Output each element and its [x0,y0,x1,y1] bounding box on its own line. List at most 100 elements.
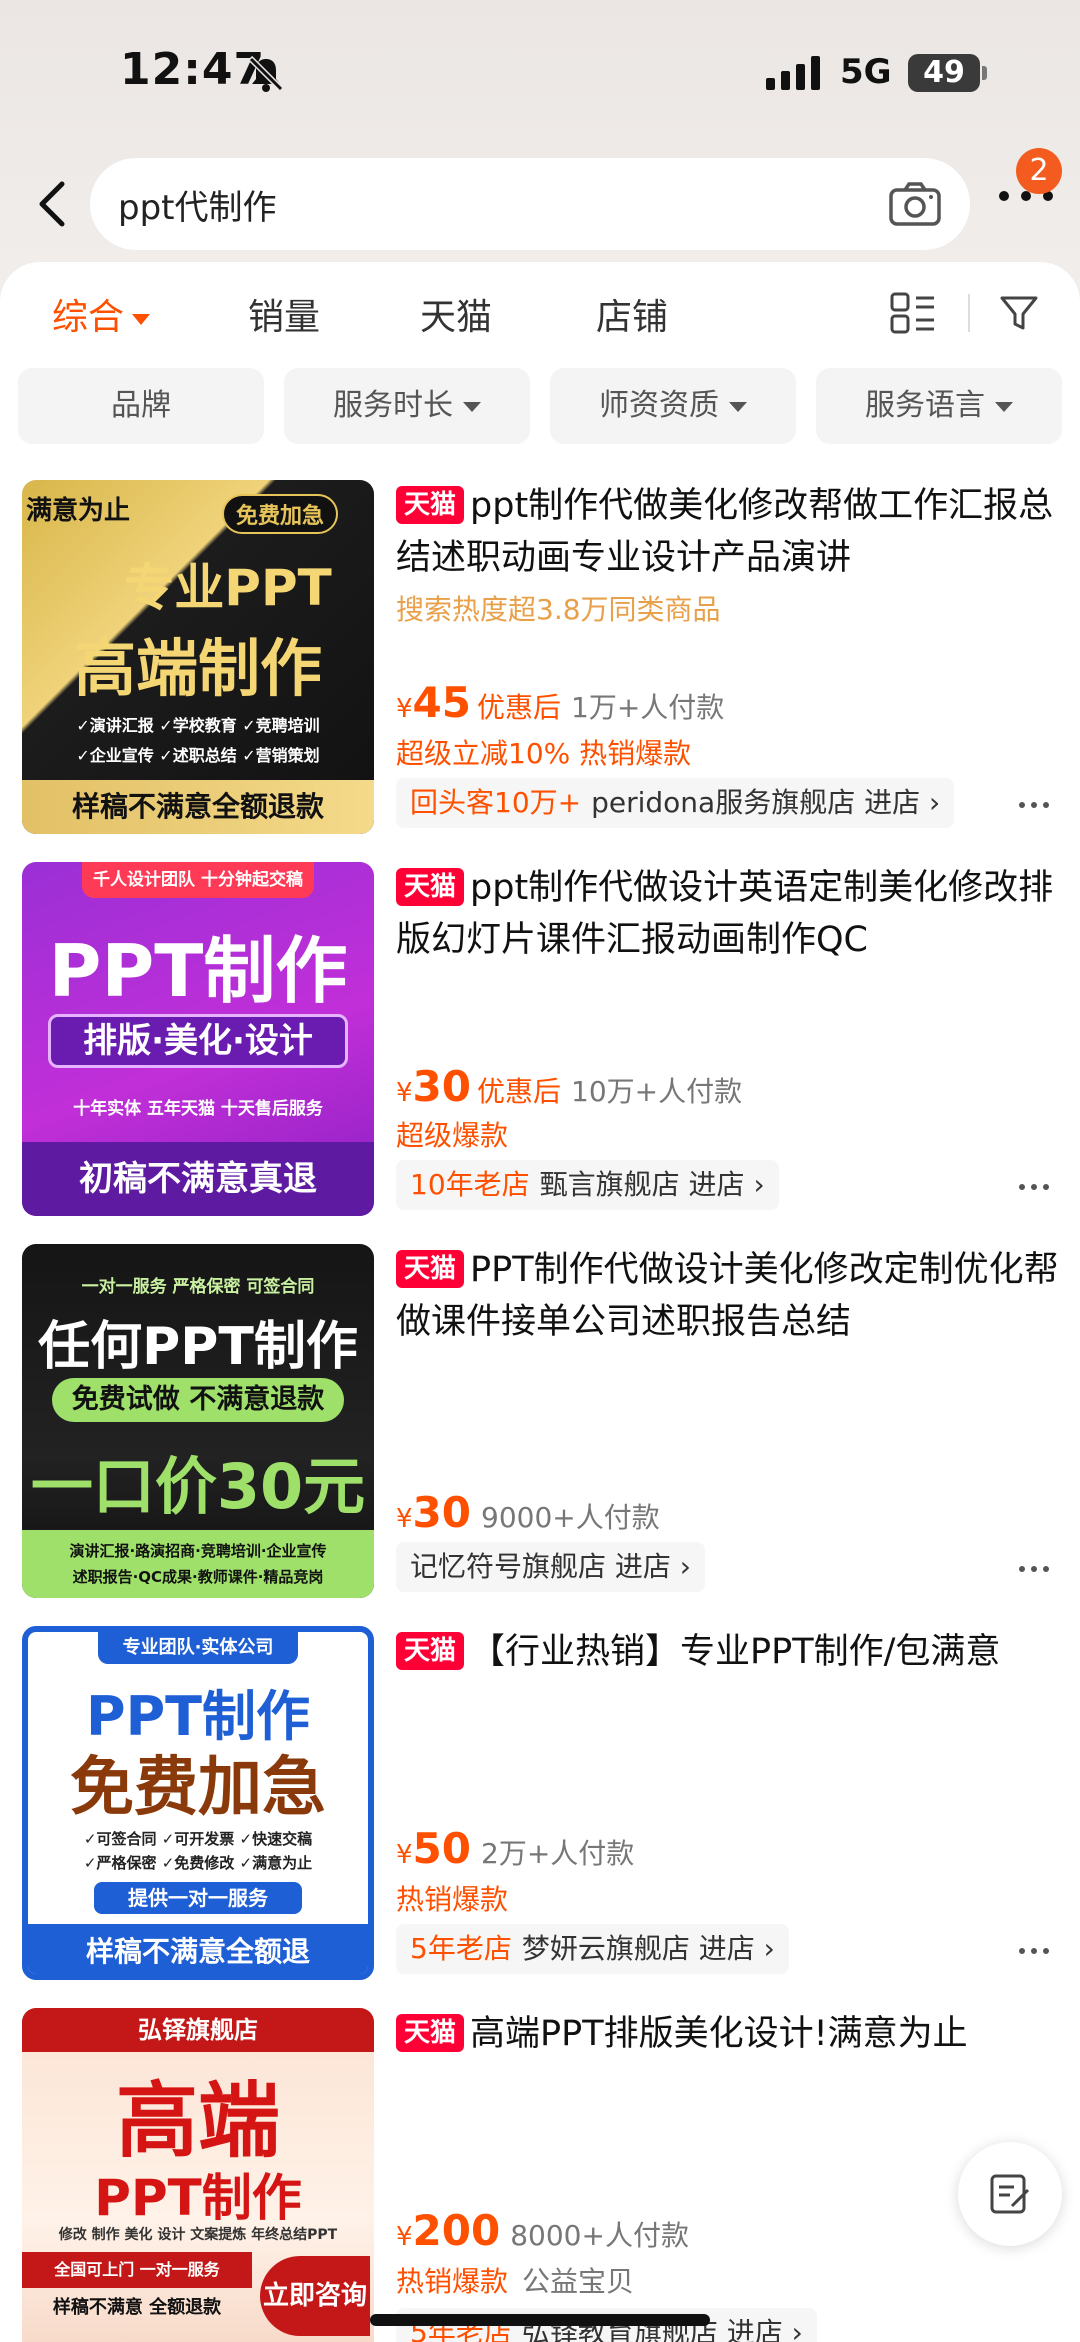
thumb-text: 样稿不满意 全额退款 [52,2297,222,2318]
caret-down-icon [995,401,1013,412]
product-image[interactable]: 千人设计团队 十分钟起交稿 PPT制作 排版·美化·设计 十年实体 五年天猫 十… [22,862,374,1216]
thumb-text: ✓企业宣传 ✓述职总结 ✓营销策划 [76,746,320,765]
thumb-text: PPT制作 [94,2169,302,2227]
store-link[interactable]: 5年老店 梦妍云旗舰店 进店 › [396,1924,789,1974]
coupon-label: 优惠后 [477,691,562,724]
title-text: 高端PPT排版美化设计!满意为止 [470,2014,968,2054]
thumb-text: 免费试做 不满意退款 [52,1378,344,1422]
title-text: ppt制作代做美化修改帮做工作汇报总结述职动画专业设计产品演讲 [396,486,1054,578]
search-input[interactable]: ppt代制作 [90,158,970,250]
tab-tmall[interactable]: 天猫 [420,288,492,340]
product-title[interactable]: 天猫 PPT制作代做设计美化修改定制优化帮做课件接单公司述职报告总结 [396,1244,1062,1348]
store-tag: 回头客10万+ [410,786,582,819]
title-text: 【行业热销】专业PPT制作/包满意 [470,1632,1001,1672]
thumb-text: 一口价30元 [30,1450,366,1523]
more-options-icon[interactable] [1018,1182,1050,1192]
product-info: 天猫 【行业热销】专业PPT制作/包满意 ¥50 2万+人付款 热销爆款 5年老店梦… [396,1626,1062,1980]
thumb-text: 高端制作 [73,632,322,705]
product-title[interactable]: 天猫 【行业热销】专业PPT制作/包满意 [396,1626,1062,1678]
store-tag: 10年老店 [410,1168,530,1201]
price-row: ¥50 2万+人付款 [396,1824,634,1873]
store-tag: 5年老店 [410,1932,512,1965]
tmall-badge: 天猫 [396,486,465,524]
product-image[interactable]: 一对一服务 严格保密 可签合同 任何PPT制作 免费试做 不满意退款 一口价30… [22,1244,374,1598]
title-text: PPT制作代做设计美化修改定制优化帮做课件接单公司述职报告总结 [396,1250,1059,1342]
thumb-text: ✓可签合同 ✓可开发票 ✓快速交稿 [83,1830,313,1848]
product-card[interactable]: 千人设计团队 十分钟起交稿 PPT制作 排版·美化·设计 十年实体 五年天猫 十… [0,862,1080,1222]
thumb-text: 述职报告·QC成果·教师课件·精品竞岗 [72,1568,324,1586]
store-name: 记忆符号旗舰店 进店 › [410,1550,691,1583]
bell-muted-icon [247,55,285,93]
store-name: peridona服务旗舰店 进店 › [591,786,941,819]
camera-icon[interactable] [888,180,942,228]
consult-button: 立即咨询 [260,2256,370,2336]
product-card[interactable]: 一对一服务 严格保密 可签合同 任何PPT制作 免费试做 不满意退款 一口价30… [0,1244,1080,1604]
list-view-icon[interactable] [890,292,936,334]
store-name: 梦妍云旗舰店 进店 › [521,1932,775,1965]
product-card[interactable]: 弘铎旗舰店 高端 PPT制作 修改 制作 美化 设计 文案提炼 年终总结PPT … [0,2008,1080,2342]
price-row: ¥200 8000+人付款 [396,2206,689,2255]
tmall-badge: 天猫 [396,868,465,906]
thumb-text: 初稿不满意真退 [22,1142,374,1216]
product-image[interactable]: 满意为止 免费加急 专业PPT 高端制作 ✓演讲汇报 ✓学校教育 ✓竞聘培训 ✓… [22,480,374,834]
store-name: 甄言旗舰店 进店 › [539,1168,765,1201]
product-image[interactable]: 专业团队·实体公司 PPT制作 免费加急 ✓可签合同 ✓可开发票 ✓快速交稿 ✓… [22,1626,374,1980]
tab-comprehensive[interactable]: 综合 [52,288,151,340]
more-options-icon[interactable] [1018,800,1050,810]
thumb-text: PPT制作 [48,929,348,1013]
title-text: ppt制作代做设计英语定制美化修改排版幻灯片课件汇报动画制作QC [396,868,1054,960]
charity-tag: 公益宝贝 [522,2265,635,2298]
price-row: ¥30 9000+人付款 [396,1488,660,1537]
filter-chip-qualification[interactable]: 师资资质 [550,368,796,444]
product-info: 天猫 ppt制作代做设计英语定制美化修改排版幻灯片课件汇报动画制作QC ¥30 优惠… [396,862,1062,1216]
filter-chip-language[interactable]: 服务语言 [816,368,1062,444]
price: 50 [412,1824,471,1873]
tmall-badge: 天猫 [396,2014,465,2052]
currency-symbol: ¥ [396,2222,413,2252]
filter-chip-brand[interactable]: 品牌 [18,368,264,444]
product-card[interactable]: 满意为止 免费加急 专业PPT 高端制作 ✓演讲汇报 ✓学校教育 ✓竞聘培训 ✓… [0,480,1080,840]
sales-count: 1万+人付款 [571,691,725,724]
chip-label: 服务时长 [333,388,453,423]
tab-stores[interactable]: 店铺 [596,288,668,340]
tagline-text: 热销爆款 [396,2265,509,2298]
currency-symbol: ¥ [396,1840,413,1870]
chip-label: 品牌 [111,388,171,423]
more-options-icon[interactable] [1018,1564,1050,1574]
product-title[interactable]: 天猫 ppt制作代做美化修改帮做工作汇报总结述职动画专业设计产品演讲 [396,480,1062,584]
currency-symbol: ¥ [396,1504,413,1534]
notification-badge: 2 [1016,148,1062,194]
edit-note-icon [990,2174,1030,2214]
filter-chips: 品牌 服务时长 师资资质 服务语言 [18,368,1062,444]
product-card[interactable]: 专业团队·实体公司 PPT制作 免费加急 ✓可签合同 ✓可开发票 ✓快速交稿 ✓… [0,1626,1080,1986]
thumb-text: 千人设计团队 十分钟起交稿 [82,862,314,898]
feedback-button[interactable] [958,2142,1062,2246]
back-arrow-icon[interactable] [30,176,74,232]
tmall-badge: 天猫 [396,1250,465,1288]
thumb-text: 任何PPT制作 [38,1317,358,1377]
promo-tagline: 超级立减10% 热销爆款 [396,737,692,770]
home-indicator[interactable] [370,2314,710,2326]
product-title[interactable]: 天猫 高端PPT排版美化设计!满意为止 [396,2008,1062,2060]
thumb-text: 全国可上门 一对一服务 [22,2252,252,2288]
store-link[interactable]: 10年老店 甄言旗舰店 进店 › [396,1160,779,1210]
tmall-badge: 天猫 [396,1632,465,1670]
store-link[interactable]: 记忆符号旗舰店 进店 › [396,1542,705,1592]
filter-funnel-icon[interactable] [998,292,1040,334]
tab-divider [968,294,970,332]
tab-sales[interactable]: 销量 [248,288,320,340]
cellular-signal-icon [766,56,820,90]
thumb-text: 专业团队·实体公司 [98,1632,298,1664]
thumb-text: 满意为止 [25,496,130,526]
thumb-text: 修改 制作 美化 设计 文案提炼 年终总结PPT [58,2227,338,2243]
store-link[interactable]: 回头客10万+ peridona服务旗舰店 进店 › [396,778,955,828]
product-title[interactable]: 天猫 ppt制作代做设计英语定制美化修改排版幻灯片课件汇报动画制作QC [396,862,1062,966]
chip-label: 服务语言 [865,388,985,423]
filter-chip-duration[interactable]: 服务时长 [284,368,530,444]
product-image[interactable]: 弘铎旗舰店 高端 PPT制作 修改 制作 美化 设计 文案提炼 年终总结PPT … [22,2008,374,2342]
price-row: ¥30 优惠后 10万+人付款 [396,1062,742,1111]
thumb-text: 演讲汇报·路演招商·竞聘培训·企业宣传 [69,1542,327,1560]
more-options-icon[interactable] [1018,1946,1050,1956]
sales-count: 10万+人付款 [571,1075,743,1108]
price: 45 [412,678,471,727]
